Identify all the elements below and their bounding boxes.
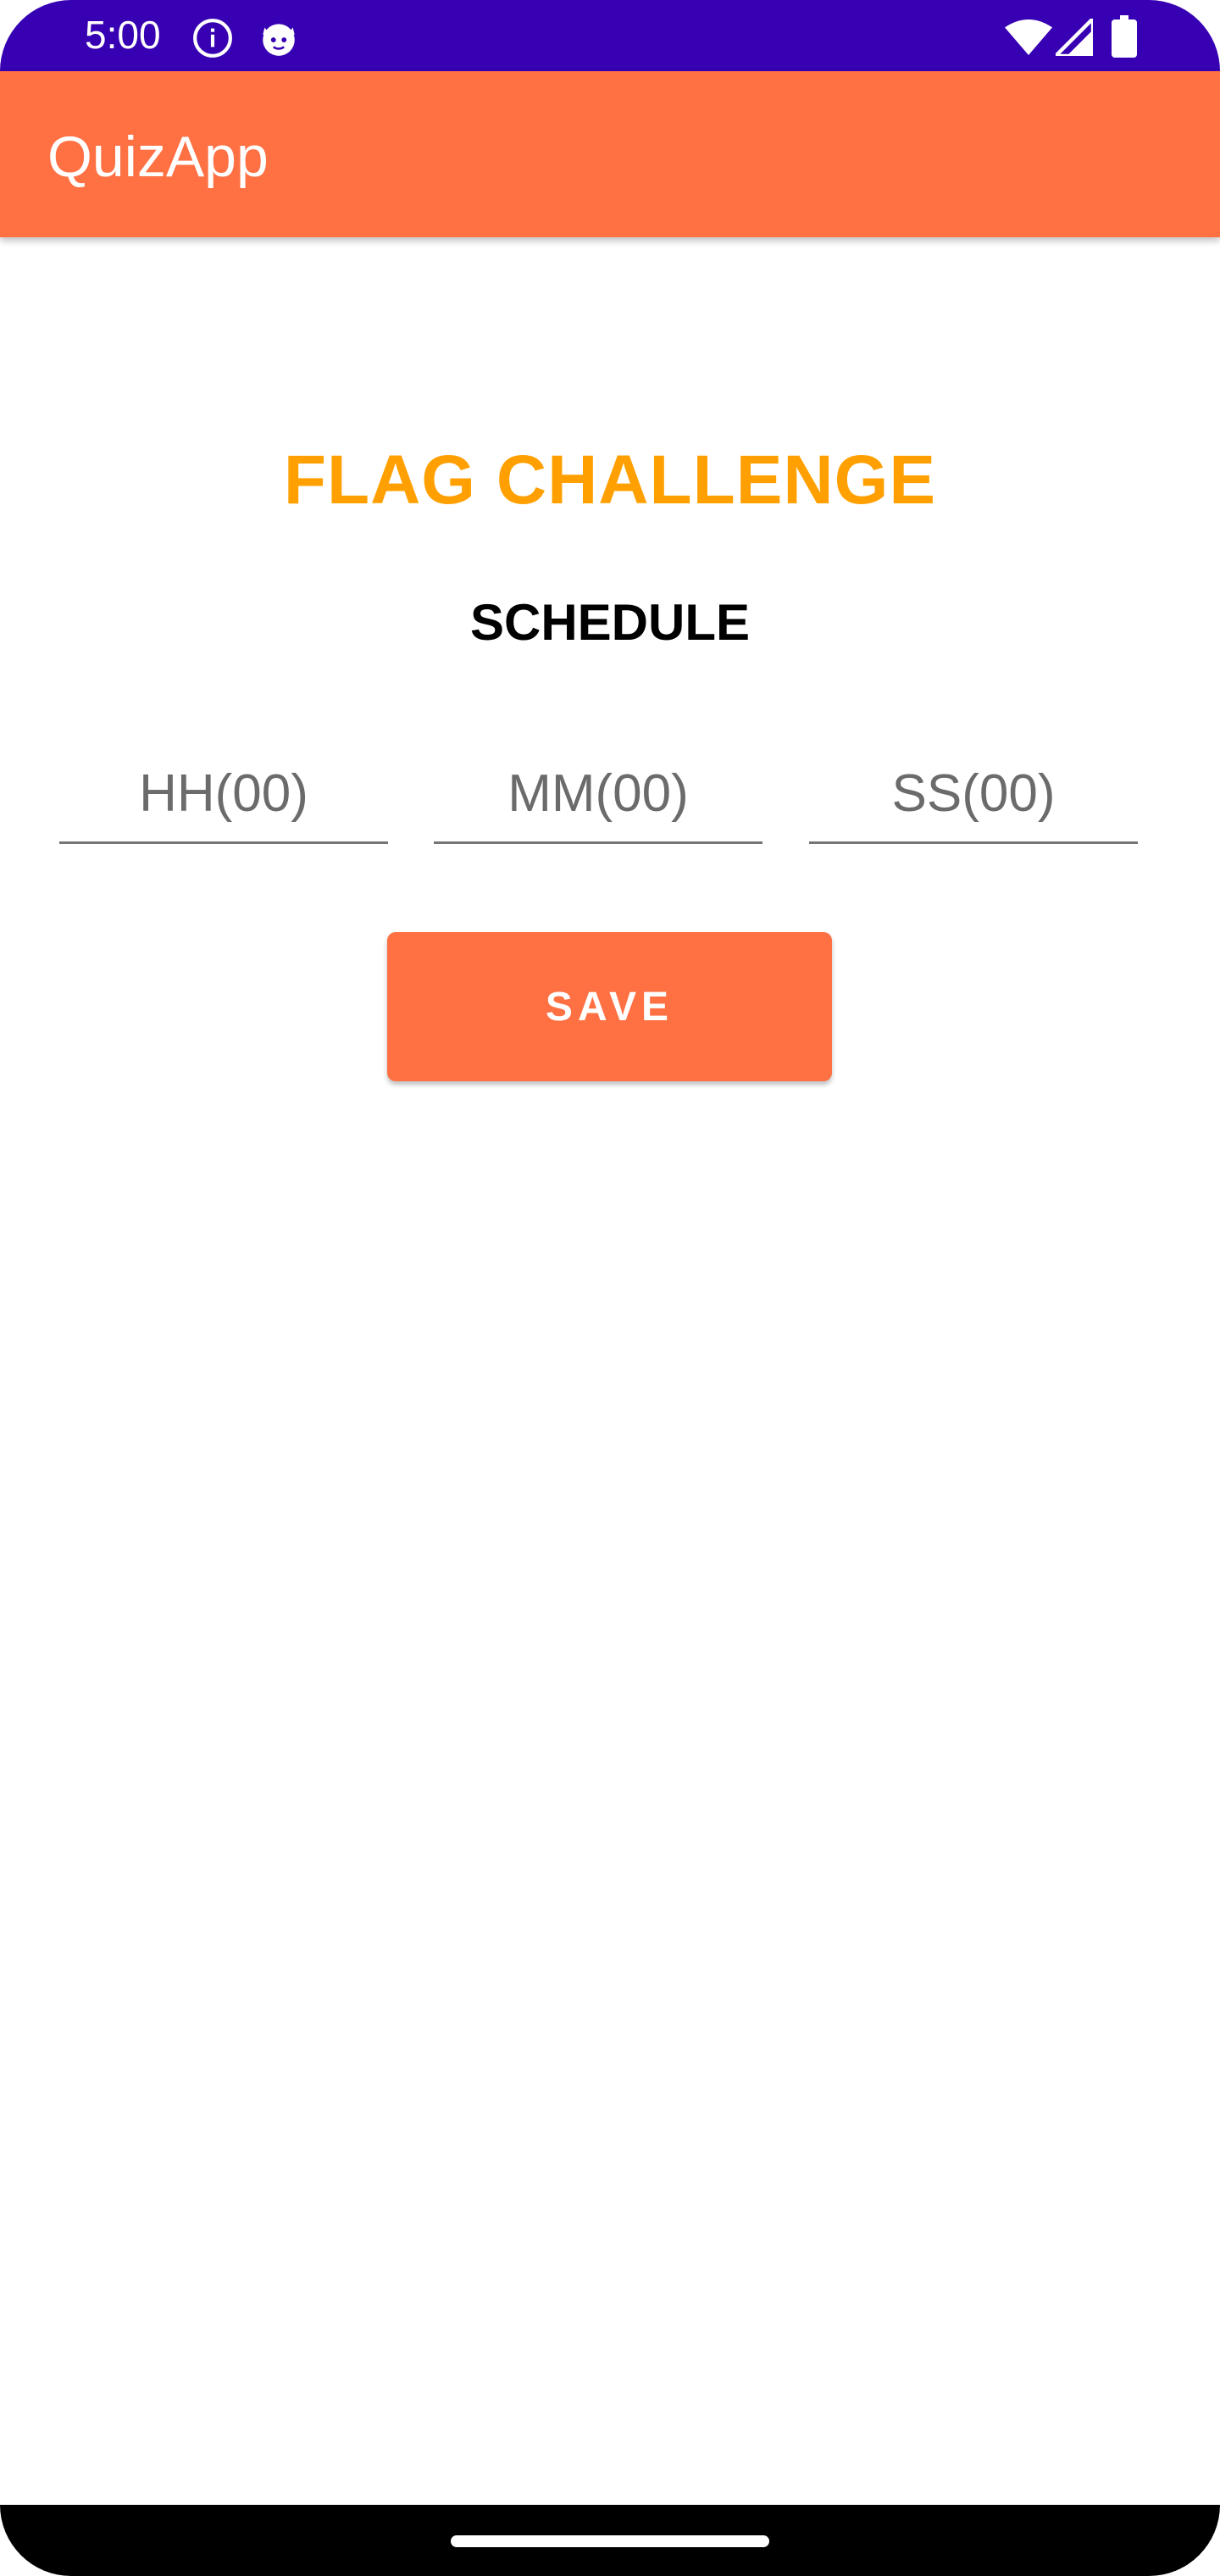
challenge-title: FLAG CHALLENGE xyxy=(283,441,937,519)
save-button[interactable]: SAVE xyxy=(387,932,832,1081)
status-bar: 5:00 xyxy=(0,0,1220,71)
device-screen: 5:00 QuizApp FLAG CHALLENGE SCHEDULE HH(… xyxy=(0,0,1220,2576)
app-title: QuizApp xyxy=(47,125,269,189)
wifi-icon xyxy=(1005,19,1052,60)
seconds-input[interactable] xyxy=(809,746,1138,844)
home-gesture-handle[interactable] xyxy=(451,2535,769,2547)
cat-notification-icon xyxy=(258,17,300,64)
status-time: 5:00 xyxy=(85,13,161,57)
cellular-signal-icon xyxy=(1051,14,1095,60)
info-icon xyxy=(191,17,234,64)
navigation-bar xyxy=(0,2505,1220,2576)
minutes-input[interactable] xyxy=(434,746,762,844)
schedule-label: SCHEDULE xyxy=(469,594,751,651)
battery-icon xyxy=(1112,15,1137,62)
hours-input[interactable] xyxy=(59,746,388,844)
app-bar: QuizApp xyxy=(0,71,1220,237)
